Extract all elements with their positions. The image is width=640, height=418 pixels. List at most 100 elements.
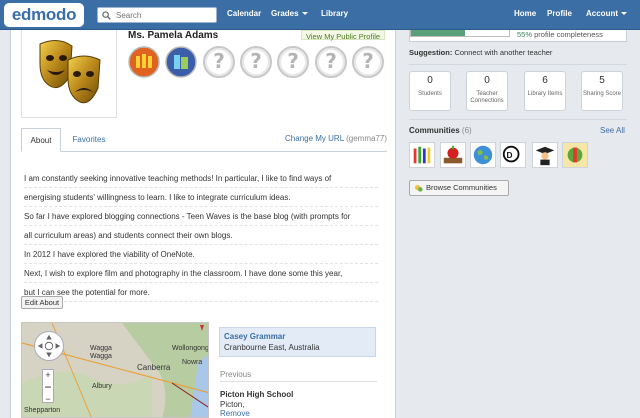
community-apple-books-icon[interactable] [440, 142, 466, 168]
community-tropical-icon[interactable] [562, 142, 588, 168]
suggestion-text: Connect with another teacher [454, 48, 553, 57]
map-label: Shepparton [24, 407, 61, 414]
stat-students[interactable]: 0 Students [409, 71, 451, 111]
previous-school-location: Picton, [220, 400, 245, 409]
stat-sharing-score[interactable]: 5 Sharing Score [581, 71, 623, 111]
communities-count: (6) [461, 126, 472, 135]
theatre-masks-icon [39, 40, 101, 104]
completeness-progress-bar [410, 30, 510, 37]
map-pan-control[interactable] [34, 331, 64, 361]
completeness-percent: 55% [517, 30, 533, 39]
current-school-name[interactable]: Casey Grammar [224, 332, 285, 341]
top-navigation-bar: edmodo Calendar Grades Library Home Prof… [0, 0, 640, 30]
profile-completeness: 55% profile completeness [409, 30, 627, 42]
divider [409, 119, 627, 120]
nav-calendar[interactable]: Calendar [227, 9, 261, 18]
profile-tabs: About Favorites Change My URL (gemma77) [21, 126, 387, 152]
map-label: Wollongong [172, 345, 209, 352]
community-browse-icon [414, 184, 423, 192]
previous-school-name: Picton High School [220, 390, 294, 399]
edit-about-button[interactable]: Edit About [21, 296, 63, 309]
stat-value: 0 [427, 75, 433, 86]
nav-grades[interactable]: Grades [271, 9, 308, 18]
locked-badge-icon[interactable]: ? [315, 46, 347, 78]
about-line: energising students' willingness to lear… [24, 188, 378, 207]
zoom-in-icon[interactable]: + [43, 370, 53, 382]
stat-label: Teacher Connections [470, 91, 504, 104]
profile-main-panel: Ms. Pamela Adams View My Public Profile … [10, 30, 396, 418]
nav-home[interactable]: Home [514, 9, 536, 18]
nav-grades-label: Grades [271, 9, 299, 18]
community-discovery-education-icon[interactable]: D [500, 142, 526, 168]
nav-library[interactable]: Library [321, 9, 348, 18]
tab-about[interactable]: About [21, 128, 61, 152]
map-zoom-control[interactable]: + ▬ − [42, 369, 54, 406]
profile-name: Ms. Pamela Adams [128, 30, 219, 41]
about-line: all curriculum areas) and students conne… [24, 226, 378, 245]
svg-text:D: D [507, 150, 513, 160]
stat-library-items[interactable]: 6 Library Items [524, 71, 566, 111]
zoom-out-icon[interactable]: − [43, 394, 53, 406]
suggestion[interactable]: Suggestion: Connect with another teacher [409, 48, 552, 57]
nav-profile[interactable]: Profile [547, 9, 572, 18]
stat-label: Sharing Score [582, 91, 622, 97]
about-line: Next, I wish to explore film and photogr… [24, 264, 378, 283]
browse-communities-button[interactable]: Browse Communities [409, 180, 509, 196]
nav-account[interactable]: Account [586, 9, 627, 18]
locked-badge-icon[interactable]: ? [240, 46, 272, 78]
school-map[interactable]: Wagga Wagga Canberra Wollongong Nowra Al… [21, 322, 209, 418]
library-badge-icon[interactable] [165, 46, 197, 78]
map-label: Nowra [182, 359, 203, 366]
about-text: I am constantly seeking innovative teach… [24, 169, 378, 302]
avatar[interactable] [21, 30, 117, 118]
locked-badge-icon[interactable]: ? [203, 46, 235, 78]
suggestion-label: Suggestion: [409, 48, 453, 57]
about-line: but I can see the potential for more. [24, 283, 378, 302]
tab-favorites[interactable]: Favorites [65, 128, 113, 152]
hand-icon [37, 334, 61, 358]
view-public-profile-link[interactable]: View My Public Profile [301, 30, 386, 41]
community-badge-icon[interactable] [128, 46, 160, 78]
previous-heading: Previous [220, 370, 252, 379]
about-line: In 2012 I have explored the viability of… [24, 245, 378, 264]
stat-label: Students [418, 91, 442, 97]
current-school: Casey Grammar Cranbourne East, Australia [219, 327, 376, 357]
username: (gemma77) [346, 134, 387, 143]
remove-link[interactable]: Remove [220, 409, 250, 418]
edmodo-logo[interactable]: edmodo [4, 3, 84, 27]
see-all-link[interactable]: See All [600, 126, 625, 135]
map-label: Wagga [90, 345, 112, 352]
completeness-text: 55% profile completeness [517, 30, 603, 39]
search-icon [102, 11, 111, 20]
change-url-link[interactable]: Change My URL (gemma77) [285, 134, 387, 143]
completeness-suffix: profile completeness [534, 30, 603, 39]
map-label: Wagga [90, 353, 112, 360]
locked-badge-icon[interactable]: ? [277, 46, 309, 78]
communities-heading: Communities (6) [409, 126, 472, 135]
communities-title: Communities [409, 126, 460, 135]
map-label: Canberra [137, 363, 171, 372]
stat-label: Library Items [527, 91, 563, 97]
map-label: Albury [92, 383, 112, 390]
divider [220, 381, 377, 382]
nav-account-label: Account [586, 9, 618, 18]
change-url-label: Change My URL [285, 134, 344, 143]
about-line: So far I have explored blogging connecti… [24, 207, 378, 226]
chevron-down-icon [301, 12, 308, 15]
chevron-down-icon [621, 12, 627, 15]
stat-value: 0 [484, 75, 490, 86]
stat-value: 6 [542, 75, 548, 86]
community-crayons-icon[interactable] [409, 142, 435, 168]
about-line: I am constantly seeking innovative teach… [24, 169, 378, 188]
browse-communities-label: Browse Communities [426, 183, 497, 192]
search-box[interactable] [97, 7, 217, 23]
zoom-slider-icon[interactable]: ▬ [43, 382, 53, 394]
completeness-progress-fill [411, 30, 465, 36]
divider [409, 64, 627, 65]
locked-badge-icon[interactable]: ? [352, 46, 384, 78]
current-school-location: Cranbourne East, Australia [224, 343, 320, 352]
community-globe-icon[interactable] [470, 142, 496, 168]
stat-teacher-connections[interactable]: 0 Teacher Connections [466, 71, 508, 111]
search-input[interactable] [116, 9, 214, 22]
community-graduate-icon[interactable] [532, 142, 558, 168]
